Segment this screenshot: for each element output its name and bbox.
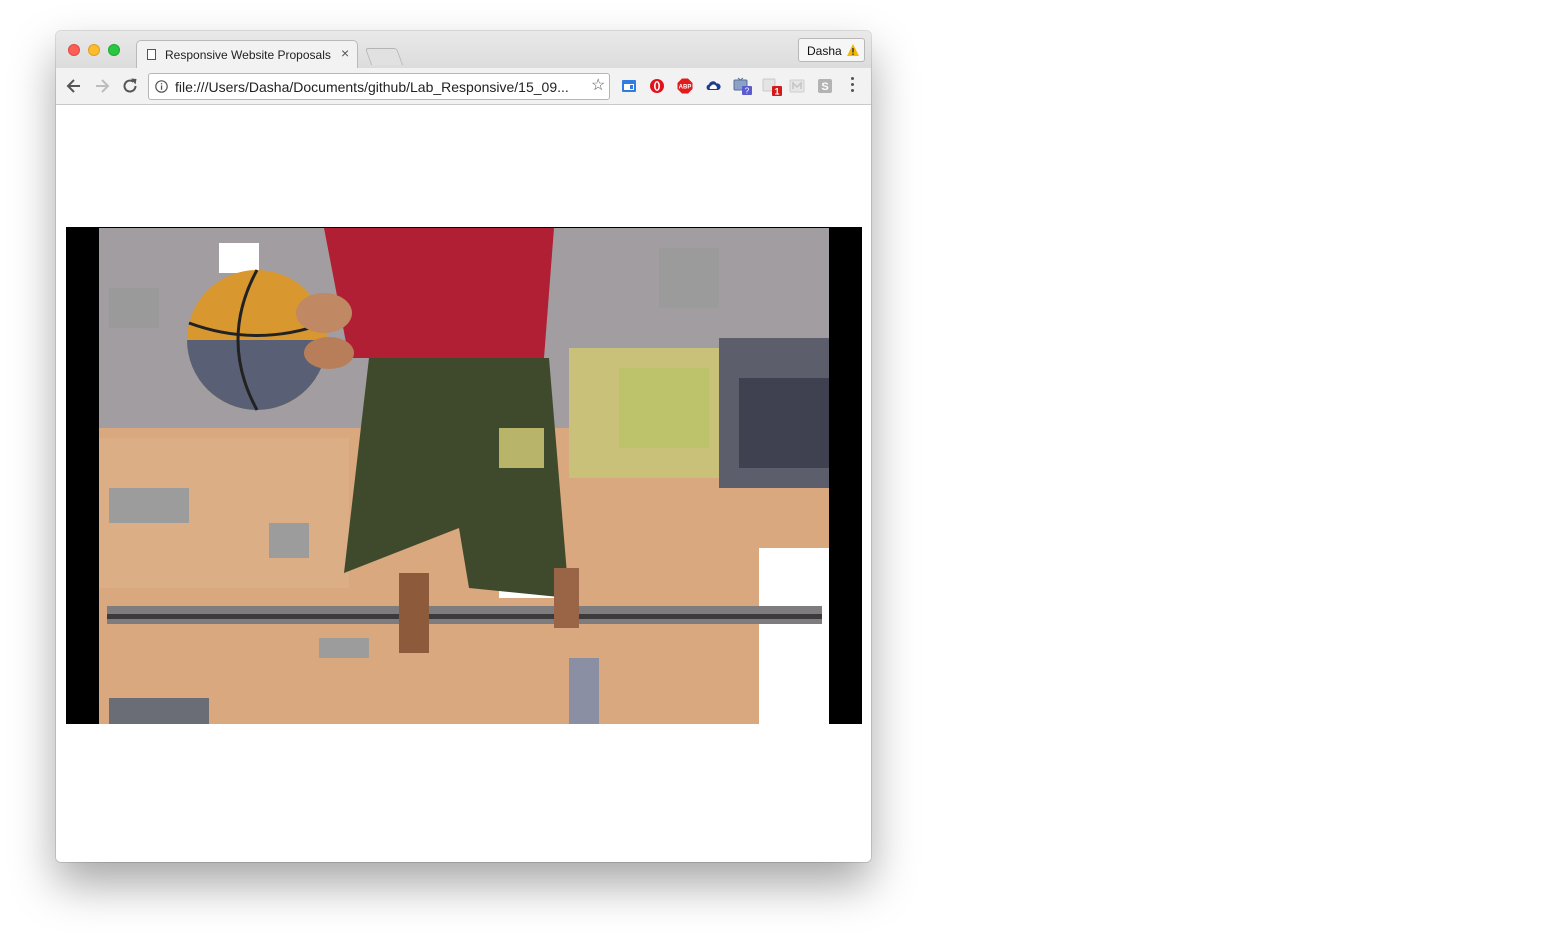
abp-label: ABP (679, 85, 692, 91)
tab-title: Responsive Website Proposals (165, 48, 331, 62)
maximize-window-button[interactable] (108, 44, 120, 56)
s-extension-icon[interactable]: S (817, 78, 833, 94)
star-icon[interactable]: ☆ (591, 78, 605, 94)
back-arrow-icon[interactable] (64, 76, 84, 96)
forward-arrow-icon[interactable] (92, 76, 112, 96)
tab-responsive-website-proposals[interactable]: Responsive Website Proposals × (136, 40, 358, 68)
window-extension-icon[interactable] (621, 78, 637, 94)
video-frame-image (99, 228, 829, 724)
profile-button[interactable]: Dasha (798, 38, 865, 62)
profile-name: Dasha (807, 44, 842, 58)
tv-badge: ? (745, 87, 750, 96)
gift-extension-icon[interactable]: 1 (761, 75, 783, 97)
page-content (56, 105, 871, 862)
page-icon (147, 49, 156, 60)
m-extension-icon[interactable] (789, 78, 805, 94)
s-extension-label: S (821, 81, 828, 93)
browser-window: Responsive Website Proposals × Dasha fil… (56, 31, 871, 862)
cloud-extension-icon[interactable] (705, 78, 721, 94)
address-bar[interactable]: file:///Users/Dasha/Documents/github/Lab… (148, 73, 610, 100)
url-text: file:///Users/Dasha/Documents/github/Lab… (175, 79, 569, 95)
video-player[interactable] (66, 227, 862, 724)
menu-dots-icon[interactable] (851, 77, 855, 95)
new-tab-button[interactable] (364, 48, 404, 65)
minimize-window-button[interactable] (88, 44, 100, 56)
opera-extension-icon[interactable] (649, 78, 665, 94)
tv-extension-icon[interactable]: ? (733, 76, 753, 96)
warning-icon (847, 44, 859, 56)
gift-badge: 1 (774, 87, 779, 97)
info-icon[interactable] (155, 80, 168, 93)
adblock-extension-icon[interactable]: ABP (677, 78, 693, 94)
tab-close-icon[interactable]: × (341, 45, 349, 61)
reload-icon[interactable] (120, 76, 140, 96)
close-window-button[interactable] (68, 44, 80, 56)
toolbar: file:///Users/Dasha/Documents/github/Lab… (56, 68, 871, 105)
video-frame-basketball (99, 228, 829, 724)
tab-strip: Responsive Website Proposals × Dasha (56, 31, 871, 68)
